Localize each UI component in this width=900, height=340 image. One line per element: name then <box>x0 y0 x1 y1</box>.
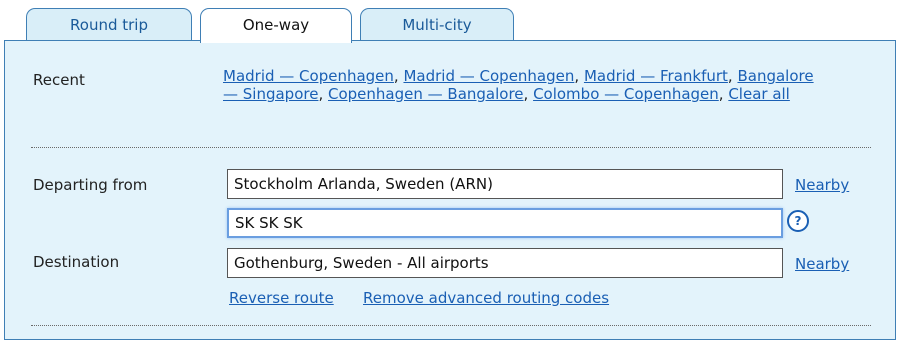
divider <box>31 325 871 326</box>
tab-one-way[interactable]: One-way <box>200 8 352 43</box>
recent-link[interactable]: Madrid — Frankfurt <box>584 67 728 85</box>
recent-link[interactable]: Madrid — Copenhagen <box>403 67 574 85</box>
recent-link[interactable]: Copenhagen — Bangalore <box>328 85 524 103</box>
recent-link[interactable]: Madrid — Copenhagen <box>223 67 394 85</box>
reverse-route-link[interactable]: Reverse route <box>229 289 334 307</box>
destination-nearby-link[interactable]: Nearby <box>795 255 849 273</box>
departing-from-input[interactable] <box>227 169 783 199</box>
recent-searches: Madrid — Copenhagen, Madrid — Copenhagen… <box>223 67 823 103</box>
separator: , <box>318 85 328 103</box>
departing-label: Departing from <box>33 176 148 194</box>
clear-all-link[interactable]: Clear all <box>728 85 790 103</box>
remove-routing-codes-link[interactable]: Remove advanced routing codes <box>363 289 609 307</box>
recent-link[interactable]: Colombo — Copenhagen <box>533 85 719 103</box>
separator: , <box>523 85 534 103</box>
search-form-panel: Recent Madrid — Copenhagen, Madrid — Cop… <box>4 40 896 340</box>
tab-round-trip[interactable]: Round trip <box>26 8 192 41</box>
destination-label: Destination <box>33 253 120 271</box>
divider <box>31 147 871 148</box>
question-circle-icon[interactable]: ? <box>787 210 809 232</box>
separator: , <box>574 67 584 85</box>
tab-multi-city[interactable]: Multi-city <box>360 8 514 41</box>
trip-type-tabs: Round trip One-way Multi-city <box>0 0 900 43</box>
routing-codes-input[interactable] <box>227 208 783 238</box>
departing-nearby-link[interactable]: Nearby <box>795 176 849 194</box>
separator: , <box>718 85 729 103</box>
recent-label: Recent <box>33 71 85 89</box>
destination-input[interactable] <box>227 248 783 278</box>
